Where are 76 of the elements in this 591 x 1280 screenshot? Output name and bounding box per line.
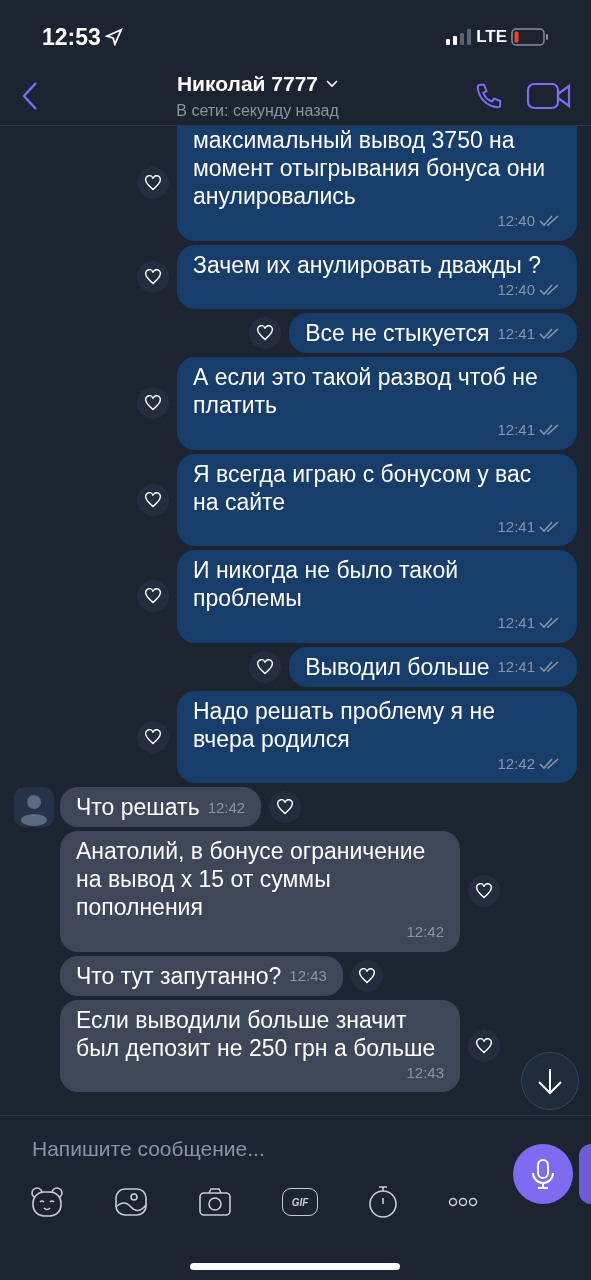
- read-ticks-icon: [539, 327, 561, 340]
- message-time: 12:41: [497, 613, 535, 633]
- like-button[interactable]: [249, 650, 282, 683]
- signal-icon: [446, 29, 473, 45]
- message-time: 12:42: [406, 922, 444, 942]
- like-button[interactable]: [137, 720, 169, 753]
- message-text: Зачем их анулировать дважды ?: [193, 250, 542, 279]
- heart-icon[interactable]: [357, 967, 376, 984]
- message-text: Что решать: [76, 793, 200, 821]
- message-time: 12:41: [497, 516, 535, 537]
- read-ticks-icon: [539, 617, 561, 630]
- read-ticks-icon: [539, 215, 561, 228]
- back-chevron-icon[interactable]: [22, 80, 38, 111]
- like-button[interactable]: [468, 1029, 500, 1062]
- message-text: Все не стыкуется: [305, 319, 490, 347]
- timer-icon[interactable]: [368, 1185, 398, 1219]
- camera-icon[interactable]: [198, 1187, 232, 1217]
- message-input[interactable]: Напишите сообщение...: [32, 1133, 472, 1165]
- network-type: LTE: [476, 26, 507, 49]
- location-arrow-icon: [104, 28, 123, 46]
- heart-icon[interactable]: [144, 395, 162, 412]
- read-ticks-icon: [539, 520, 561, 533]
- message-text: Анатолий, в бонусе ограничение на вывод х 15 от суммы пополнения: [76, 837, 427, 921]
- heart-icon[interactable]: [144, 175, 162, 192]
- heart-icon[interactable]: [144, 588, 162, 605]
- heart-icon[interactable]: [475, 883, 493, 900]
- heart-icon[interactable]: [276, 799, 295, 815]
- avatar-icon[interactable]: [14, 787, 54, 827]
- heart-icon[interactable]: [256, 658, 275, 675]
- message-text: Что тут запутанно?: [76, 961, 282, 990]
- more-icon[interactable]: [448, 1197, 478, 1207]
- gif-button[interactable]: GIF: [282, 1188, 318, 1216]
- message-time: 12:40: [497, 211, 535, 231]
- message-text: максимальный вывод 3750 на момент отыгрывания бонуса они анулировались: [193, 126, 546, 210]
- clock-time: 12:53: [42, 22, 101, 52]
- like-button[interactable]: [137, 387, 169, 420]
- contact-name[interactable]: Николай 7777: [176, 67, 319, 100]
- arrow-down-icon[interactable]: [537, 1067, 563, 1095]
- heart-icon[interactable]: [256, 325, 275, 341]
- heart-icon[interactable]: [144, 268, 162, 285]
- message-text: А если это такой развод чтоб не платить: [193, 363, 539, 419]
- battery-icon: [511, 28, 549, 46]
- message-time: 12:41: [497, 420, 535, 440]
- like-button[interactable]: [468, 875, 500, 908]
- online-status: В сети: секунду назад: [176, 101, 339, 122]
- message-text: Я всегда играю с бонусом у вас на сайте: [193, 459, 533, 516]
- like-button[interactable]: [137, 483, 169, 516]
- message-time: 12:43: [289, 966, 327, 986]
- like-button[interactable]: [137, 580, 169, 613]
- read-ticks-icon: [539, 283, 561, 296]
- heart-icon[interactable]: [144, 728, 162, 745]
- like-button[interactable]: [350, 959, 383, 992]
- like-button[interactable]: [137, 167, 169, 200]
- message-time: 12:40: [497, 279, 535, 300]
- sticker-bear-icon[interactable]: [30, 1186, 64, 1218]
- message-text: Выводил больше: [305, 652, 490, 681]
- heart-icon[interactable]: [475, 1037, 493, 1054]
- message-time: 12:42: [497, 753, 535, 774]
- message-time: 12:42: [207, 797, 246, 818]
- chevron-down-icon[interactable]: [326, 79, 339, 88]
- message-time: 12:41: [497, 323, 535, 344]
- read-ticks-icon: [539, 661, 561, 674]
- like-button[interactable]: [137, 260, 169, 293]
- image-icon[interactable]: [114, 1187, 148, 1217]
- like-button[interactable]: [249, 317, 282, 349]
- message-text: И никогда не было такой проблемы: [193, 556, 460, 612]
- microphone-icon[interactable]: [530, 1158, 556, 1190]
- message-time: 12:43: [406, 1062, 444, 1083]
- heart-icon[interactable]: [144, 491, 162, 508]
- read-ticks-icon: [539, 757, 561, 770]
- message-time: 12:41: [497, 657, 535, 677]
- microphone-button[interactable]: [513, 1144, 573, 1204]
- like-button[interactable]: [269, 791, 302, 823]
- message-text: Надо решать проблему я не вчера родился: [193, 696, 496, 753]
- read-ticks-icon: [539, 424, 561, 437]
- message-text: Если выводили больше значит был депозит не 250 грн а больше: [76, 1005, 437, 1062]
